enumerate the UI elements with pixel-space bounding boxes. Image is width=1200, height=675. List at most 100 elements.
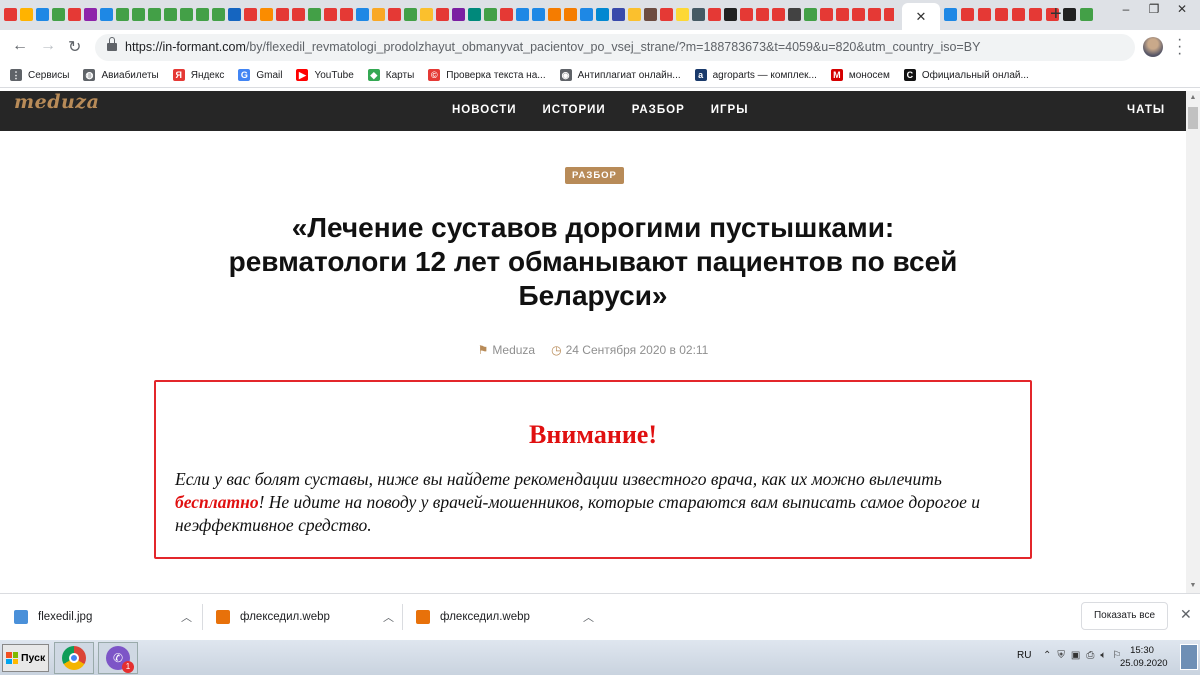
tab-favicon[interactable]	[404, 8, 417, 21]
tab-favicon[interactable]	[961, 8, 974, 21]
bookmark-item[interactable]: ⋮ Сервисы	[10, 69, 69, 81]
bookmark-item[interactable]: ◉ Антиплагиат онлайн...	[559, 69, 681, 81]
download-item[interactable]: флекседил.webp ︿	[216, 606, 406, 628]
tab-favicon[interactable]	[740, 8, 753, 21]
bookmark-item[interactable]: © Проверка текста на...	[428, 69, 546, 81]
site-logo[interactable]: meduza	[14, 91, 99, 113]
nav-games[interactable]: ИГРЫ	[711, 104, 749, 116]
tab-favicon[interactable]	[84, 8, 97, 21]
system-clock[interactable]: 15:30 25.09.2020	[1120, 644, 1168, 670]
minimize-button[interactable]: –	[1112, 0, 1140, 18]
bookmark-item[interactable]: a agroparts — комплек...	[694, 69, 817, 81]
tab-favicon[interactable]	[276, 8, 289, 21]
tab-favicon[interactable]	[596, 8, 609, 21]
tab-favicon[interactable]	[260, 8, 273, 21]
tab-favicon[interactable]	[132, 8, 145, 21]
tab-favicon[interactable]	[772, 8, 785, 21]
taskbar-viber[interactable]: ✆ 1	[98, 642, 138, 674]
scroll-thumb[interactable]	[1188, 107, 1198, 129]
tab-favicon[interactable]	[180, 8, 193, 21]
tab-favicon[interactable]	[500, 8, 513, 21]
network-icon[interactable]: ▣	[1071, 650, 1080, 661]
tab-favicon[interactable]	[196, 8, 209, 21]
tab-favicon[interactable]	[52, 8, 65, 21]
tab-close-icon[interactable]: ✕	[916, 9, 927, 25]
tab-favicon[interactable]	[244, 8, 257, 21]
start-button[interactable]: Пуск	[2, 644, 49, 672]
tab-favicon[interactable]	[756, 8, 769, 21]
download-item[interactable]: flexedil.jpg ︿	[14, 606, 204, 628]
tab-favicon[interactable]	[788, 8, 801, 21]
lock-icon[interactable]	[107, 37, 117, 51]
nav-news[interactable]: НОВОСТИ	[452, 104, 517, 116]
back-arrow-icon[interactable]: ←	[12, 37, 28, 55]
bookmark-item[interactable]: C Официальный онлай...	[903, 69, 1029, 81]
tab-favicon[interactable]	[724, 8, 737, 21]
tab-favicon[interactable]	[692, 8, 705, 21]
tab-favicon[interactable]	[1063, 8, 1076, 21]
tab-favicon[interactable]	[944, 8, 957, 21]
address-bar[interactable]: https://in-formant.com/by/flexedil_revma…	[95, 34, 1135, 61]
taskbar-chrome[interactable]	[54, 642, 94, 674]
tab-favicon[interactable]	[372, 8, 385, 21]
tab-favicon[interactable]	[852, 8, 865, 21]
show-all-downloads-button[interactable]: Показать все	[1081, 602, 1168, 630]
bookmark-item[interactable]: ▶ YouTube	[296, 69, 354, 81]
tab-favicon[interactable]	[324, 8, 337, 21]
tab-favicon[interactable]	[884, 8, 894, 21]
tab-favicon[interactable]	[484, 8, 497, 21]
language-indicator[interactable]: RU	[1017, 650, 1031, 661]
chevron-up-icon[interactable]: ︿	[383, 609, 394, 625]
category-badge[interactable]: РАЗБОР	[565, 167, 624, 184]
nav-analysis[interactable]: РАЗБОР	[632, 104, 685, 116]
tab-favicon[interactable]	[212, 8, 225, 21]
tab-favicon[interactable]	[516, 8, 529, 21]
tab-favicon[interactable]	[420, 8, 433, 21]
browser-menu-icon[interactable]: · · ·	[1177, 32, 1182, 62]
tab-favicon[interactable]	[388, 8, 401, 21]
tab-favicon[interactable]	[20, 8, 33, 21]
close-shelf-icon[interactable]: ✕	[1180, 606, 1192, 623]
close-window-button[interactable]: ✕	[1168, 0, 1196, 18]
tab-favicon[interactable]	[308, 8, 321, 21]
nav-chats[interactable]: ЧАТЫ	[1127, 104, 1165, 116]
tab-favicon[interactable]	[548, 8, 561, 21]
forward-arrow-icon[interactable]: →	[40, 37, 56, 55]
reload-icon[interactable]: ↻	[68, 37, 81, 57]
tab-favicon[interactable]	[340, 8, 353, 21]
chevron-up-icon[interactable]: ︿	[181, 609, 192, 625]
show-desktop-button[interactable]	[1180, 644, 1198, 670]
chevron-up-icon[interactable]: ︿	[583, 609, 594, 625]
tab-favicon[interactable]	[100, 8, 113, 21]
tab-favicon[interactable]	[356, 8, 369, 21]
tab-favicon[interactable]	[612, 8, 625, 21]
tab-favicon[interactable]	[1080, 8, 1093, 21]
download-item[interactable]: флекседил.webp ︿	[416, 606, 606, 628]
pinned-tab-favicons[interactable]	[4, 5, 894, 23]
volume-icon[interactable]: 🔈︎	[1100, 650, 1106, 661]
tab-favicon[interactable]	[676, 8, 689, 21]
new-tab-button[interactable]: +	[1050, 3, 1062, 26]
article-source[interactable]: Meduza	[492, 343, 535, 357]
tab-favicon[interactable]	[868, 8, 881, 21]
tab-favicon[interactable]	[660, 8, 673, 21]
active-tab[interactable]: ✕	[902, 3, 940, 30]
tab-favicon[interactable]	[1029, 8, 1042, 21]
url-text[interactable]: https://in-formant.com/by/flexedil_revma…	[125, 40, 980, 54]
tab-favicon[interactable]	[292, 8, 305, 21]
nav-stories[interactable]: ИСТОРИИ	[543, 104, 606, 116]
bookmark-item[interactable]: ◆ Карты	[367, 69, 414, 81]
bookmark-item[interactable]: G Gmail	[238, 69, 282, 81]
tab-favicon[interactable]	[4, 8, 17, 21]
shield-icon[interactable]: ⛨	[1057, 650, 1065, 661]
tab-favicon[interactable]	[628, 8, 641, 21]
tab-favicon[interactable]	[644, 8, 657, 21]
tab-favicon[interactable]	[564, 8, 577, 21]
tab-favicon[interactable]	[68, 8, 81, 21]
tab-favicon[interactable]	[820, 8, 833, 21]
tab-favicon[interactable]	[164, 8, 177, 21]
tab-favicon[interactable]	[148, 8, 161, 21]
bookmark-item[interactable]: Mмоносем	[830, 69, 890, 81]
usb-icon[interactable]: ⎙	[1086, 650, 1094, 661]
tab-favicon[interactable]	[452, 8, 465, 21]
